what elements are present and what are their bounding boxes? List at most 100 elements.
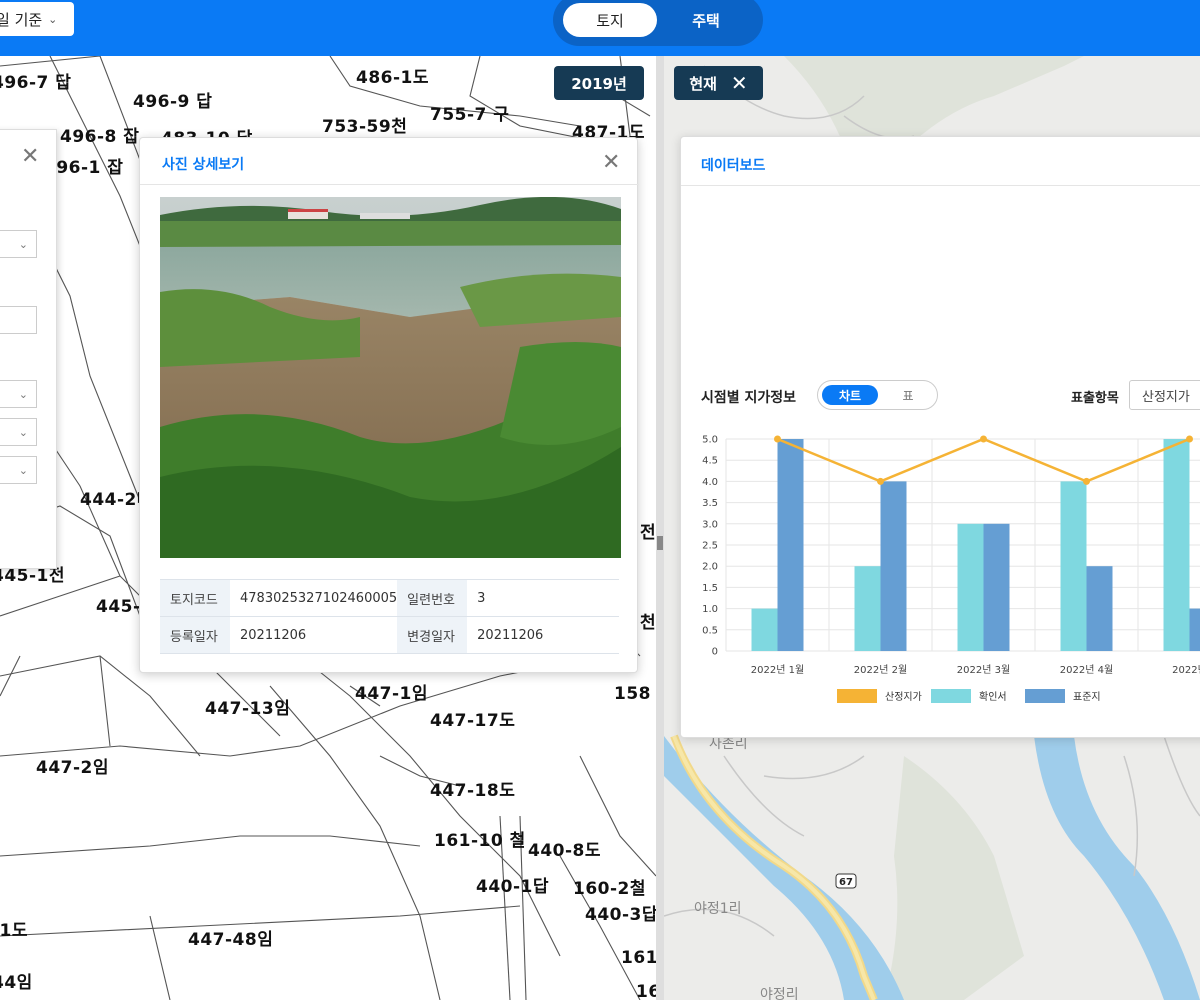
parcel-label: 447-18도	[430, 781, 516, 801]
parcel-label: 천	[640, 613, 656, 633]
filter-panel: ✕ ⌄ ⌄ ⌄ ⌄	[0, 129, 57, 569]
y-tick-label: 3.5	[702, 498, 718, 509]
mod-date-label: 변경일자	[397, 616, 468, 654]
serial-no-value: 3	[467, 579, 619, 617]
parcel-label: -1도	[0, 921, 29, 941]
land-code-label: 토지코드	[160, 579, 230, 617]
filter-select[interactable]: ⌄	[0, 230, 37, 258]
bar-표준지	[1189, 608, 1200, 651]
current-badge-label: 현재	[689, 74, 717, 93]
parcel-label: 496-9 답	[133, 92, 213, 112]
x-tick-label: 2022년 2월	[854, 664, 907, 676]
bar-확인서	[854, 566, 881, 651]
panel-title: 데이터보드	[701, 158, 766, 174]
bar-확인서	[957, 523, 984, 651]
parcel-label: 447-48임	[188, 930, 274, 950]
filter-input[interactable]	[0, 306, 37, 334]
modal-title: 사진 상세보기	[162, 157, 245, 173]
bar-확인서	[751, 608, 778, 651]
y-tick-label: 1.5	[702, 583, 718, 594]
bar-표준지	[983, 523, 1010, 651]
drag-handle[interactable]	[657, 536, 663, 550]
legend-label: 확인서	[979, 691, 1007, 703]
date-basis-label: 일 기준	[0, 10, 43, 29]
land-photo-image	[160, 197, 621, 558]
legend-label: 표준지	[1073, 691, 1101, 703]
parcel-label: 755-7 구	[430, 105, 510, 125]
line-point	[774, 435, 781, 443]
y-tick-label: 4.0	[702, 477, 718, 488]
parcel-label: 161	[621, 948, 656, 968]
photo-info-table: 토지코드 4783025327102460005 일련번호 3 등록일자 202…	[160, 579, 619, 654]
parcel-label: 440-3답	[585, 905, 656, 925]
filter-select[interactable]: ⌄	[0, 418, 37, 446]
y-tick-label: 4.5	[702, 456, 718, 467]
filter-select[interactable]: ⌄	[0, 380, 37, 408]
display-item-value: 산정지가	[1142, 389, 1190, 405]
line-point	[1186, 435, 1193, 443]
y-tick-label: 1.0	[702, 604, 718, 615]
bar-확인서	[1060, 481, 1087, 651]
parcel-label: 44임	[0, 973, 33, 993]
display-item-label: 표출항목	[1071, 391, 1119, 406]
year-badge-label: 2019년	[571, 74, 627, 93]
filter-select[interactable]: ⌄	[0, 456, 37, 484]
x-tick-label: 2022년 3월	[957, 664, 1010, 676]
reg-date-value: 20211206	[230, 616, 398, 654]
display-item-select[interactable]: 산정지가	[1129, 380, 1200, 410]
legend-label: 산정지가	[885, 691, 922, 703]
data-board-panel: 데이터보드 시점별 지가정보 차트 표 표출항목 산정지가 0 0.5 1.0 1.5…	[680, 136, 1200, 738]
close-icon[interactable]: ✕	[731, 71, 748, 95]
date-basis-select[interactable]: 일 기준 ⌄	[0, 2, 74, 36]
parcel-label: 486-1도	[356, 68, 430, 88]
parcel-label: 753-59천	[322, 117, 408, 137]
parcel-label: 447-2임	[36, 758, 110, 778]
tab-house[interactable]: 주택	[659, 3, 753, 37]
tab-land[interactable]: 토지	[563, 3, 657, 37]
parcel-label: 496-7 답	[0, 73, 72, 93]
map-split-divider[interactable]	[656, 56, 664, 1000]
land-price-chart: 0 0.5 1.0 1.5 2.0 2.5 3.0 3.5 4.0 4.5 5.0 2022년 1월 2…	[702, 435, 1200, 703]
parcel-label: 16	[636, 982, 656, 1000]
parcel-label: 158	[614, 684, 651, 704]
year-badge: 2019년	[554, 66, 644, 100]
table-row: 토지코드 4783025327102460005 일련번호 3	[160, 579, 619, 617]
toggle-table[interactable]: 표	[888, 385, 928, 405]
parcel-label: 440-8도	[528, 841, 602, 861]
place-label: 야정리	[760, 987, 799, 1000]
legend-swatch	[1025, 689, 1065, 703]
parcel-label: 447-13임	[205, 699, 291, 719]
divider	[140, 184, 639, 185]
photo-detail-modal: 사진 상세보기 ✕ 토지코드 4783025327102460005 일련번호 …	[139, 137, 639, 673]
y-tick-label: 2.0	[702, 562, 718, 573]
x-tick-label: 2022년 4월	[1060, 664, 1113, 676]
parcel-label: 전	[640, 523, 656, 543]
bar-표준지	[1086, 566, 1113, 651]
y-tick-label: 0	[712, 647, 718, 658]
land-house-toggle: 토지 주택	[553, 0, 763, 46]
bar-표준지	[777, 439, 804, 651]
bar-확인서	[1163, 439, 1190, 651]
parcel-label: 445-	[96, 597, 141, 617]
parcel-label: 496-8 잡	[60, 127, 140, 147]
chart-table-toggle: 차트 표	[817, 380, 938, 410]
place-label: 야정1리	[694, 901, 742, 917]
toggle-chart[interactable]: 차트	[822, 385, 878, 405]
legend-swatch	[837, 689, 877, 703]
section-title: 시점별 지가정보	[701, 390, 797, 406]
legend-swatch	[931, 689, 971, 703]
x-tick-label: 2022년 1월	[751, 664, 804, 676]
close-icon[interactable]: ✕	[602, 150, 620, 175]
parcel-label: 161-10 철	[434, 831, 526, 851]
chevron-down-icon: ⌄	[48, 12, 58, 26]
current-badge[interactable]: 현재 ✕	[674, 66, 763, 100]
y-tick-label: 0.5	[702, 625, 718, 636]
bar-표준지	[880, 481, 907, 651]
close-icon[interactable]: ✕	[21, 144, 39, 169]
land-code-value: 4783025327102460005	[230, 579, 398, 617]
x-tick-label: 2022년	[1172, 664, 1200, 676]
line-point	[980, 435, 987, 443]
divider	[681, 185, 1200, 186]
land-photo	[160, 197, 621, 558]
line-point	[877, 477, 884, 485]
